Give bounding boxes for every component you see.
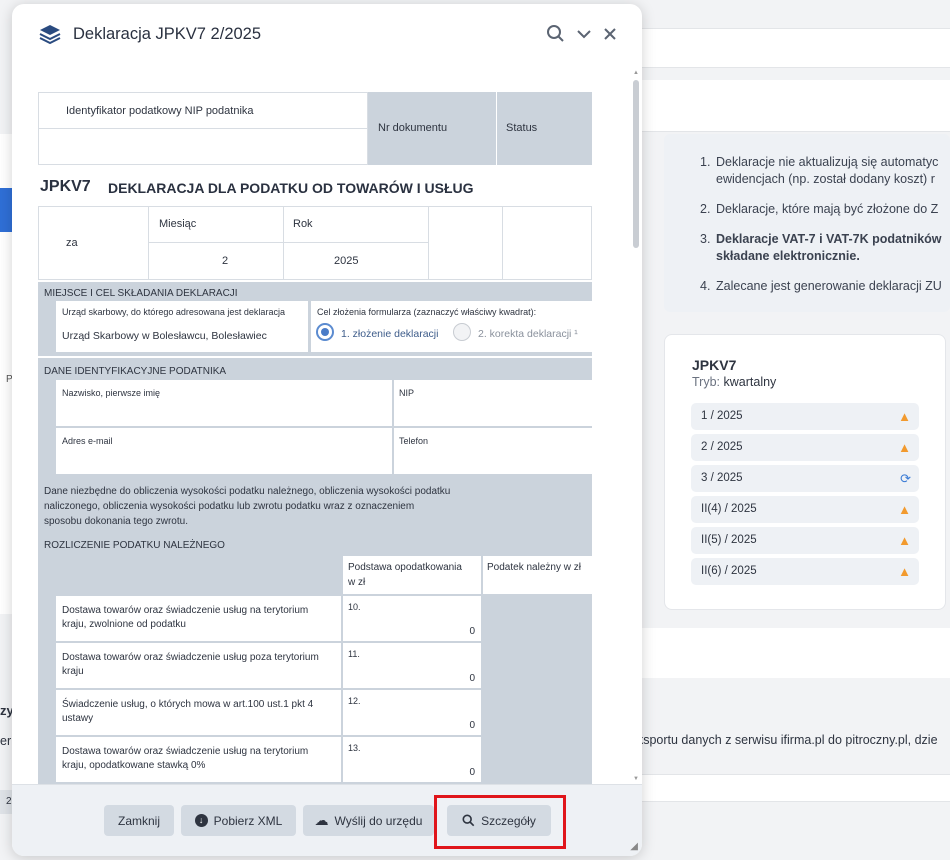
background-notes-panel: 1. Deklaracje nie aktualizują się automat… [664, 134, 950, 312]
phone-field[interactable]: Telefon [394, 428, 592, 474]
note-item: 1. Deklaracje nie aktualizują się automat… [700, 155, 939, 186]
table-row: Dostawa towarów oraz świadczenie usług n… [56, 596, 341, 641]
email-field[interactable]: Adres e-mail [56, 428, 392, 474]
period-item[interactable]: II(4) / 2025 ▲ [691, 496, 919, 523]
modal-footer: Zamknij ↓ Pobierz XML ☁ Wyślij do urzędu S… [12, 784, 642, 856]
background-sync-tab[interactable] [0, 188, 12, 232]
base-value-field[interactable]: 10. 0 [343, 596, 481, 641]
card-title: JPKV7 [692, 357, 737, 373]
za-label: za [66, 237, 78, 249]
purpose-radio-2[interactable] [453, 323, 471, 341]
calc-desc: Dane niezbędne do obliczenia wysokości p… [44, 486, 451, 497]
form-code: JPKV7 [40, 178, 91, 195]
modal-title: Deklaracja JPKV7 2/2025 [73, 25, 262, 43]
nip-label: Identyfikator podatkowy NIP podatnika [66, 105, 254, 117]
jpkv7-periods-card: JPKV7 Tryb: kwartalny 1 / 2025 ▲ 2 / 2025… [664, 334, 946, 610]
background-band [640, 628, 950, 678]
nip-field[interactable]: NIP [394, 380, 592, 426]
close-icon[interactable] [600, 24, 620, 44]
col-tax-header: Podatek należny w zł [483, 556, 592, 594]
warning-icon: ▲ [898, 440, 911, 455]
calc-title: ROZLICZENIE PODATKU NALEŻNEGO [44, 540, 225, 551]
purpose-field: Cel złożenia formularza (zaznaczyć właśc… [311, 301, 592, 352]
period-table [38, 206, 592, 280]
table-row: Dostawa towarów oraz świadczenie usług n… [56, 737, 341, 782]
name-field[interactable]: Nazwisko, pierwsze imię [56, 380, 392, 426]
background-left-chip: 2 [0, 790, 12, 814]
background-export-text: eksportu danych z serwisu ifirma.pl do p… [630, 733, 938, 747]
layers-logo-icon [39, 25, 61, 45]
base-value-field[interactable]: 12. 0 [343, 690, 481, 735]
month-value[interactable]: 2 [222, 255, 228, 267]
period-item[interactable]: II(5) / 2025 ▲ [691, 527, 919, 554]
background-band [640, 80, 950, 132]
warning-icon: ▲ [898, 564, 911, 579]
month-label: Miesiąc [159, 218, 197, 230]
nip-value-field[interactable] [38, 128, 368, 165]
scroll-up-icon[interactable]: ▲ [633, 70, 639, 76]
details-highlight-box [434, 795, 566, 849]
form-heading: DEKLARACJA DLA PODATKU OD TOWARÓW I USŁU… [108, 180, 474, 196]
period-item[interactable]: 3 / 2025 ⟳ [691, 465, 919, 492]
warning-icon: ▲ [898, 533, 911, 548]
office-field[interactable]: Urząd skarbowy, do którego adresowana je… [56, 301, 308, 352]
background-band [640, 28, 950, 68]
note-item: 2. Deklaracje, które mają być złożone do … [700, 202, 939, 216]
warning-icon: ▲ [898, 409, 911, 424]
note-item: 3. Deklaracje VAT-7 i VAT-7K podatników sk… [700, 232, 942, 263]
background-band [640, 774, 950, 802]
status-header: Status [497, 92, 592, 165]
calc-desc: sposobu dokonania tego zwrotu. [44, 516, 188, 527]
base-value-field[interactable]: 11. 0 [343, 643, 481, 688]
period-item[interactable]: 1 / 2025 ▲ [691, 403, 919, 430]
download-icon: ↓ [194, 814, 208, 827]
search-icon[interactable] [546, 24, 566, 44]
modal-header: Deklaracja JPKV7 2/2025 [12, 4, 642, 64]
declaration-document[interactable]: Identyfikator podatkowy NIP podatnika Nr… [12, 66, 642, 784]
note-item: 4. Zalecane jest generowanie deklaracji Z… [700, 279, 942, 293]
cloud-upload-icon: ☁ [314, 812, 329, 828]
scroll-down-icon[interactable]: ▼ [633, 776, 639, 782]
doc-nr-header: Nr dokumentu [368, 92, 496, 165]
sync-icon: ⟳ [900, 471, 911, 486]
nip-cell: Identyfikator podatkowy NIP podatnika [38, 92, 368, 128]
purpose-radio-1[interactable] [316, 323, 334, 341]
download-xml-button[interactable]: ↓ Pobierz XML [181, 805, 296, 836]
chevron-down-icon[interactable] [574, 24, 594, 44]
year-label: Rok [293, 218, 313, 230]
scroll-thumb[interactable] [633, 80, 639, 248]
col-base-header: Podstawa opodatkowania w zł [343, 556, 481, 594]
send-to-office-button[interactable]: ☁ Wyślij do urzędu [303, 805, 434, 836]
calc-desc: naliczonego, obliczenia wysokości podatk… [44, 501, 415, 512]
warning-icon: ▲ [898, 502, 911, 517]
declaration-modal: Deklaracja JPKV7 2/2025 Identyfikator po… [12, 4, 642, 856]
background-left-text: er [0, 734, 12, 748]
card-mode: Tryb: kwartalny [692, 375, 777, 389]
base-value-field[interactable]: 13. 0 [343, 737, 481, 782]
period-item[interactable]: 2 / 2025 ▲ [691, 434, 919, 461]
year-value[interactable]: 2025 [334, 255, 358, 267]
table-row: Świadczenie usług, o których mowa w art.… [56, 690, 341, 735]
close-button[interactable]: Zamknij [104, 805, 174, 836]
document-scrollbar[interactable]: ▲ ▼ [632, 70, 640, 782]
table-row: Dostawa towarów oraz świadczenie usług p… [56, 643, 341, 688]
resize-handle-icon[interactable]: ◢ [630, 841, 638, 852]
period-item[interactable]: II(6) / 2025 ▲ [691, 558, 919, 585]
